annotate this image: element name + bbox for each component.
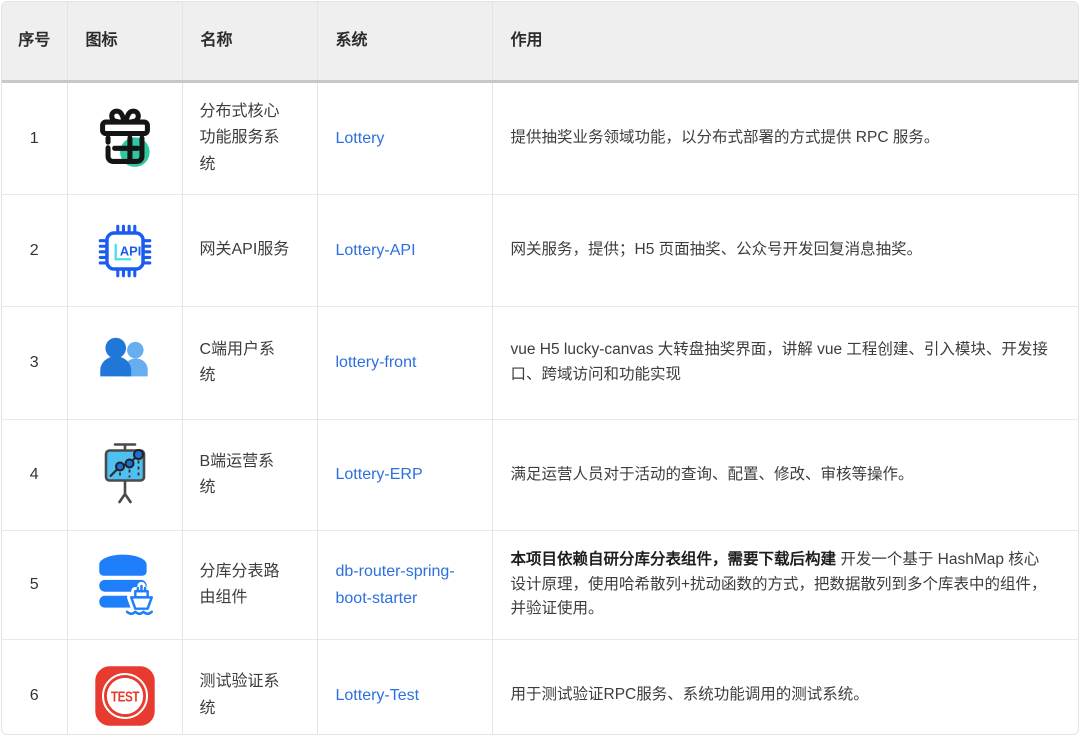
api-chip-icon: API bbox=[67, 195, 182, 307]
row-number: 1 bbox=[2, 82, 67, 195]
system-link-lottery[interactable]: Lottery bbox=[336, 130, 385, 147]
system-name: 分布式核心功能服务系统 bbox=[182, 82, 317, 195]
table-row: 2 API 网关API服务 Lottery-API 网关服务，提供；H5 页面抽… bbox=[2, 195, 1079, 307]
header-icon: 图标 bbox=[67, 2, 182, 82]
row-number: 5 bbox=[2, 531, 67, 640]
table-row: 4 bbox=[2, 420, 1079, 531]
header-name: 名称 bbox=[182, 2, 317, 82]
row-number: 4 bbox=[2, 420, 67, 531]
system-name: C端用户系统 bbox=[182, 307, 317, 420]
table-row: 6 TEST 测试验证系统 Lottery-Test 用于测试验证RPC服务、系… bbox=[2, 640, 1079, 736]
row-number: 6 bbox=[2, 640, 67, 736]
system-name: 分库分表路由组件 bbox=[182, 531, 317, 640]
header-row: 序号 图标 名称 系统 作用 bbox=[2, 2, 1079, 82]
header-role: 作用 bbox=[492, 2, 1079, 82]
svg-text:TEST: TEST bbox=[110, 688, 139, 704]
database-ship-icon bbox=[67, 531, 182, 640]
users-icon bbox=[67, 307, 182, 420]
row-number: 3 bbox=[2, 307, 67, 420]
system-link-db-router[interactable]: db-router-spring-boot-starter bbox=[336, 563, 455, 607]
system-role: 本项目依赖自研分库分表组件，需要下载后构建 开发一个基于 HashMap 核心设… bbox=[492, 531, 1079, 640]
system-role: 网关服务，提供；H5 页面抽奖、公众号开发回复消息抽奖。 bbox=[492, 195, 1079, 307]
table-row: 5 bbox=[2, 531, 1079, 640]
system-role: 用于测试验证RPC服务、系统功能调用的测试系统。 bbox=[492, 640, 1079, 736]
table-row: 1 分布式核心功能服务系统 Lottery 提供抽奖 bbox=[2, 82, 1079, 195]
systems-table: 序号 图标 名称 系统 作用 1 bbox=[1, 1, 1079, 735]
system-name: 测试验证系统 bbox=[182, 640, 317, 736]
presentation-chart-icon bbox=[67, 420, 182, 531]
system-link-lottery-erp[interactable]: Lottery-ERP bbox=[336, 466, 423, 483]
gift-icon bbox=[67, 82, 182, 195]
system-link-lottery-test[interactable]: Lottery-Test bbox=[336, 687, 420, 704]
system-role: 提供抽奖业务领域功能，以分布式部署的方式提供 RPC 服务。 bbox=[492, 82, 1079, 195]
header-num: 序号 bbox=[2, 2, 67, 82]
system-name: 网关API服务 bbox=[182, 195, 317, 307]
row-number: 2 bbox=[2, 195, 67, 307]
test-badge-icon: TEST bbox=[67, 640, 182, 736]
system-name: B端运营系统 bbox=[182, 420, 317, 531]
table-row: 3 C端用户系统 lottery-front vue H5 lucky-canv… bbox=[2, 307, 1079, 420]
system-link-lottery-api[interactable]: Lottery-API bbox=[336, 242, 416, 259]
header-system: 系统 bbox=[317, 2, 492, 82]
system-link-lottery-front[interactable]: lottery-front bbox=[336, 354, 417, 371]
system-role: 满足运营人员对于活动的查询、配置、修改、审核等操作。 bbox=[492, 420, 1079, 531]
svg-text:API: API bbox=[119, 243, 140, 258]
system-role: vue H5 lucky-canvas 大转盘抽奖界面，讲解 vue 工程创建、… bbox=[492, 307, 1079, 420]
